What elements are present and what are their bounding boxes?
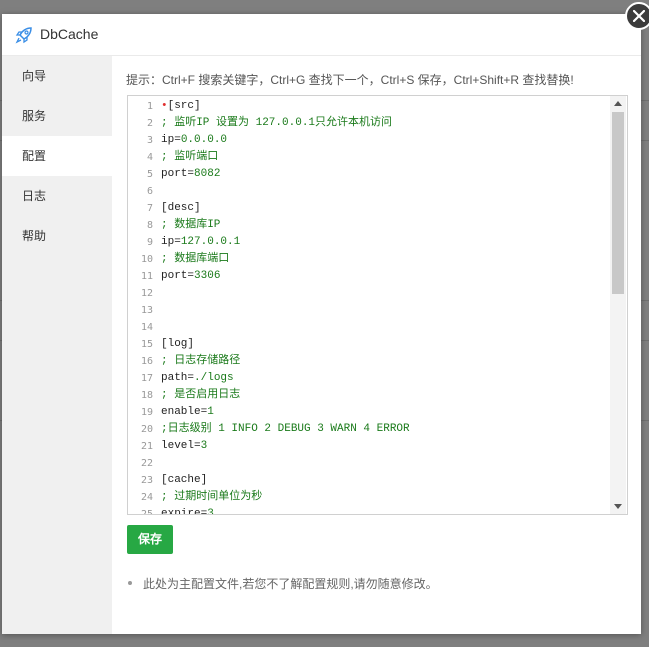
code-line[interactable]: port=3306 (161, 268, 220, 285)
dialog-titlebar: DbCache (2, 14, 641, 56)
config-dialog: DbCache 向导 服务 配置 日志 帮助 提示：Ctrl+F 搜索关键字，C… (2, 14, 641, 634)
code-line-text: ; 监听IP 设置为 127.0.0.1只允许本机访问 (161, 117, 393, 129)
code-line[interactable]: ;日志级别 1 INFO 2 DEBUG 3 WARN 4 ERROR (161, 421, 410, 438)
line-number: 14 (140, 322, 153, 333)
line-number: 8 (146, 220, 153, 231)
line-number: 15 (140, 339, 153, 350)
code-line[interactable]: ; 监听IP 设置为 127.0.0.1只允许本机访问 (161, 115, 392, 132)
line-number: 6 (146, 186, 153, 197)
sidebar-item-log[interactable]: 日志 (2, 176, 112, 216)
code-line[interactable]: ; 过期时间单位为秒 (161, 489, 262, 506)
code-line[interactable]: ; 是否启用日志 (161, 387, 240, 404)
config-note: 此处为主配置文件,若您不了解配置规则,请勿随意修改。 (128, 575, 438, 592)
bullet-icon (128, 580, 132, 585)
code-line-text: expire=3 (161, 508, 214, 515)
close-button[interactable] (625, 2, 649, 30)
line-number: 2 (146, 118, 153, 129)
scroll-up-arrow-icon[interactable] (614, 101, 622, 106)
code-line-text: [cache] (161, 474, 208, 486)
code-line-text: ; 监听端口 (161, 151, 219, 163)
save-button[interactable]: 保存 (127, 525, 173, 554)
line-number: 24 (140, 492, 153, 503)
line-number: 13 (140, 305, 153, 316)
line-number: 11 (140, 271, 153, 282)
line-number: 21 (140, 441, 153, 452)
line-number: 17 (140, 373, 153, 384)
code-line[interactable]: port=8082 (161, 166, 220, 183)
close-icon (633, 10, 645, 22)
code-line-text: ;日志级别 1 INFO 2 DEBUG 3 WARN 4 ERROR (161, 423, 410, 435)
code-line-text: ; 数据库IP (161, 219, 221, 231)
scroll-thumb[interactable] (612, 112, 624, 294)
editor-scrollbar[interactable] (610, 96, 626, 514)
line-number-gutter: 1 2 3 4 5 6 7 8 9 10 11 12 13 14 15 16 17 18 19 20 21 22 23 24 2… (128, 96, 157, 514)
code-line-text: ; 是否启用日志 (161, 389, 241, 401)
code-line[interactable]: [log] (161, 336, 194, 353)
dialog-title: DbCache (40, 26, 99, 42)
line-number: 16 (140, 356, 153, 367)
code-line-text: [src] (167, 100, 201, 112)
line-number: 3 (146, 135, 153, 146)
code-line[interactable]: [desc] (161, 200, 201, 217)
code-line[interactable]: expire=3 (161, 506, 214, 515)
code-area[interactable]: •[src] ; 监听IP 设置为 127.0.0.1只允许本机访问 ip=0.0.… (161, 96, 609, 514)
config-editor[interactable]: 1 2 3 4 5 6 7 8 9 10 11 12 13 14 15 16 17 18 19 20 21 22 23 24 2… (127, 95, 628, 515)
code-line[interactable]: ; 数据库端口 (161, 251, 229, 268)
code-line-text: path=./logs (161, 372, 234, 384)
shortcut-tip: 提示：Ctrl+F 搜索关键字，Ctrl+G 查找下一个，Ctrl+S 保存，C… (126, 73, 574, 87)
code-line-text: ip=127.0.0.1 (161, 236, 241, 248)
line-number: 20 (140, 424, 153, 435)
code-line[interactable]: ip=0.0.0.0 (161, 132, 227, 149)
code-line-text: ; 数据库端口 (161, 253, 230, 265)
code-line-text: ip=0.0.0.0 (161, 134, 228, 146)
sidebar-item-config[interactable]: 配置 (2, 136, 112, 176)
code-line[interactable]: enable=1 (161, 404, 214, 421)
line-number: 10 (140, 254, 153, 265)
code-line-text: enable=1 (161, 406, 214, 418)
code-line[interactable]: path=./logs (161, 370, 234, 387)
scroll-down-arrow-icon[interactable] (614, 504, 622, 509)
code-line[interactable]: [cache] (161, 472, 207, 489)
sidebar-item-guide[interactable]: 向导 (2, 56, 112, 96)
line-number: 25 (140, 509, 153, 515)
code-line-text: level=3 (161, 440, 208, 452)
code-line[interactable]: level=3 (161, 438, 207, 455)
sidebar-item-help[interactable]: 帮助 (2, 216, 112, 256)
line-number: 18 (140, 390, 153, 401)
code-line[interactable]: ip=127.0.0.1 (161, 234, 240, 251)
line-number: 19 (140, 407, 153, 418)
code-line[interactable]: •[src] (161, 98, 201, 115)
config-note-text: 此处为主配置文件,若您不了解配置规则,请勿随意修改。 (143, 577, 438, 591)
code-line-text: port=3306 (161, 270, 221, 282)
sidebar-nav: 向导 服务 配置 日志 帮助 (2, 56, 112, 634)
line-number: 1 (146, 101, 153, 112)
code-line[interactable]: ; 监听端口 (161, 149, 218, 166)
line-number: 23 (140, 475, 153, 486)
edit-marker: • (161, 100, 168, 112)
line-number: 9 (146, 237, 153, 248)
rocket-icon (14, 25, 34, 45)
code-line[interactable]: ; 数据库IP (161, 217, 220, 234)
sidebar-item-service[interactable]: 服务 (2, 96, 112, 136)
code-line-text: [desc] (161, 202, 201, 214)
code-line-text: [log] (161, 338, 195, 350)
code-line[interactable]: ; 日志存储路径 (161, 353, 240, 370)
code-line-text: ; 过期时间单位为秒 (161, 491, 263, 503)
line-number: 4 (146, 152, 153, 163)
line-number: 22 (140, 458, 153, 469)
code-line-text: ; 日志存储路径 (161, 355, 241, 367)
line-number: 7 (146, 203, 153, 214)
line-number: 5 (146, 169, 153, 180)
line-number: 12 (140, 288, 153, 299)
code-line-text: port=8082 (161, 168, 221, 180)
